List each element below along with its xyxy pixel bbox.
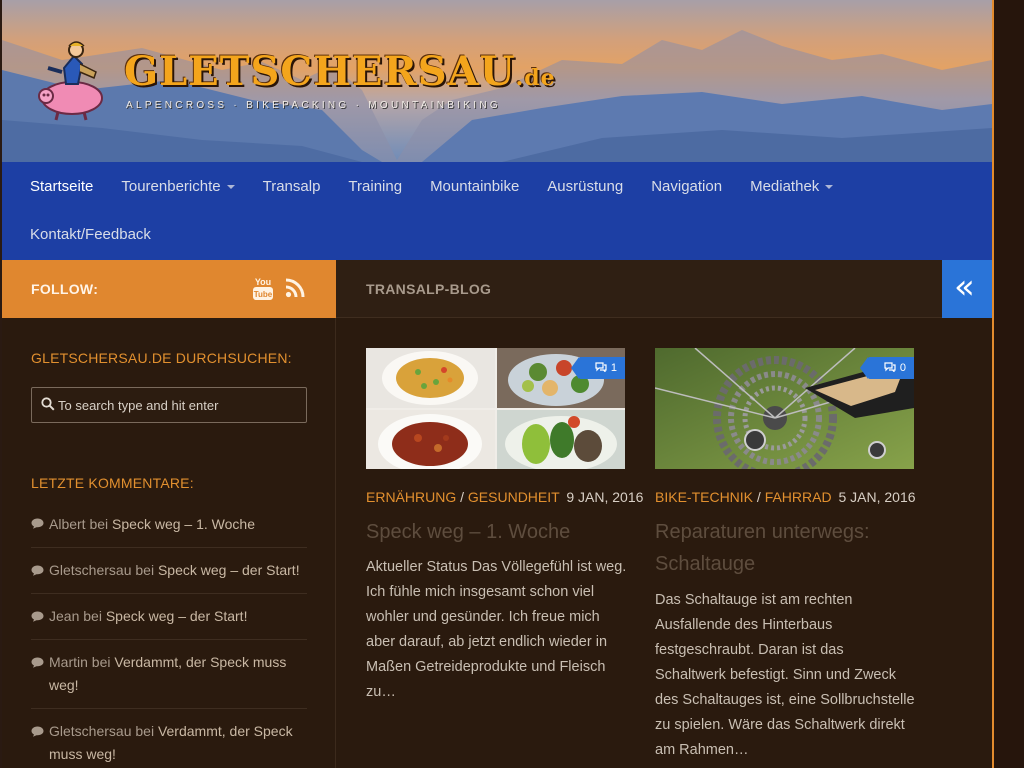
post-meta: ERNÄHRUNG / GESUNDHEIT 9 JAN, 2016	[366, 489, 643, 505]
post-meta: BIKE-TECHNIK / FAHRRAD 5 JAN, 2016	[655, 489, 916, 505]
blog-heading-bar: TRANSALP-BLOG	[336, 260, 942, 318]
nav-item-label: Mediathek	[750, 177, 820, 195]
comment-author[interactable]: Jean	[49, 608, 79, 624]
comment-connector: bei	[135, 723, 155, 739]
comment-author[interactable]: Martin	[49, 654, 88, 670]
chevron-down-icon	[825, 185, 834, 189]
nav-item-mediathek[interactable]: Mediathek	[750, 177, 834, 195]
comment-author[interactable]: Gletschersau	[49, 562, 131, 578]
nav-item-label: Training	[348, 177, 403, 195]
window-edge	[992, 0, 1024, 768]
nav-item-mountainbike[interactable]: Mountainbike	[430, 178, 519, 195]
post-date: 9 JAN, 2016	[566, 489, 644, 505]
post-title[interactable]: Speck weg – 1. Woche	[366, 516, 626, 548]
comments-widget-title: LETZTE KOMMENTARE:	[31, 475, 194, 491]
rss-icon[interactable]	[285, 278, 305, 298]
bike-pig-mascot-icon	[38, 41, 103, 121]
search-box[interactable]	[31, 387, 307, 423]
comment-author[interactable]: Albert	[49, 516, 86, 532]
comment-bubble-icon	[31, 657, 44, 668]
comments-icon	[595, 362, 607, 372]
nav-item-label: Startseite	[30, 177, 94, 195]
post-thumbnail[interactable]: 0	[655, 348, 914, 469]
page: GLETSCHERSAU.de ALPENCROSS · BIKEPACKING…	[2, 0, 992, 768]
nav-item-startseite[interactable]: Startseite	[30, 178, 93, 195]
post-category-link[interactable]: BIKE-TECHNIK	[655, 489, 753, 505]
nav-item-transalp[interactable]: Transalp	[263, 178, 321, 195]
post-thumbnail[interactable]: 1	[366, 348, 625, 469]
youtube-icon[interactable]: You Tube	[252, 276, 274, 302]
double-chevron-left-icon: «	[954, 267, 975, 307]
site-title[interactable]: GLETSCHERSAU.de	[124, 48, 556, 95]
comment-bubble-icon	[31, 565, 44, 576]
chevron-down-icon	[226, 185, 235, 189]
nav-row-2: Kontakt/Feedback	[2, 210, 992, 258]
svg-text:Tube: Tube	[254, 290, 273, 299]
site-title-text: GLETSCHERSAU	[124, 48, 516, 95]
sidebar: GLETSCHERSAU.DE DURCHSUCHEN: LETZTE KOMM…	[2, 318, 336, 768]
nav-item-ausruestung[interactable]: Ausrüstung	[547, 178, 623, 195]
site-tagline: ALPENCROSS · BIKEPACKING · MOUNTAINBIKIN…	[126, 100, 501, 111]
nav-item-kontakt[interactable]: Kontakt/Feedback	[30, 226, 151, 243]
nav-item-tourenberichte[interactable]: Tourenberichte	[121, 177, 235, 195]
comment-connector: bei	[89, 516, 109, 532]
search-icon	[41, 397, 55, 411]
nav-item-label: Kontakt/Feedback	[30, 225, 151, 243]
search-input[interactable]	[58, 388, 303, 422]
post-card: 1 ERNÄHRUNG / GESUNDHEIT 9 JAN, 2016 Spe…	[366, 348, 643, 700]
comment-count: 0	[899, 362, 906, 374]
nav-row-1: Startseite Tourenberichte Transalp Train…	[2, 162, 992, 210]
search-widget-title: GLETSCHERSAU.DE DURCHSUCHEN:	[31, 350, 292, 366]
nav-item-label: Ausrüstung	[547, 177, 624, 195]
comment-connector: bei	[91, 654, 111, 670]
list-item: Gletschersau bei Speck weg – der Start!	[31, 548, 307, 594]
list-item: Gletschersau bei Verdammt, der Speck mus…	[31, 709, 307, 768]
comment-bubble-icon	[31, 726, 44, 737]
nav-item-label: Mountainbike	[430, 177, 520, 195]
list-item: Jean bei Speck weg – der Start!	[31, 594, 307, 640]
post-title[interactable]: Reparaturen unterwegs: Schaltauge	[655, 516, 915, 580]
main-navigation: Startseite Tourenberichte Transalp Train…	[2, 162, 992, 260]
category-separator: /	[756, 489, 761, 505]
sidebar-collapse-button[interactable]: «	[942, 260, 992, 318]
comment-count: 1	[610, 362, 617, 374]
comment-post-link[interactable]: Speck weg – der Start!	[158, 562, 300, 578]
site-header: GLETSCHERSAU.de ALPENCROSS · BIKEPACKING…	[2, 0, 992, 162]
follow-bar: FOLLOW: You Tube	[2, 260, 336, 318]
nav-item-navigation[interactable]: Navigation	[651, 178, 722, 195]
category-separator: /	[460, 489, 465, 505]
comment-connector: bei	[135, 562, 155, 578]
comment-count-badge[interactable]: 0	[859, 357, 914, 379]
post-card: 0 BIKE-TECHNIK / FAHRRAD 5 JAN, 2016 Rep…	[655, 348, 916, 758]
comment-post-link[interactable]: Speck weg – der Start!	[106, 608, 248, 624]
svg-text:You: You	[255, 277, 271, 287]
blog-heading: TRANSALP-BLOG	[366, 281, 492, 297]
recent-comments-list: Albert bei Speck weg – 1. Woche Gletsche…	[31, 501, 307, 768]
comment-count-badge[interactable]: 1	[570, 357, 625, 379]
follow-label: FOLLOW:	[31, 281, 99, 297]
post-category-link[interactable]: GESUNDHEIT	[468, 489, 560, 505]
comment-bubble-icon	[31, 611, 44, 622]
post-date: 5 JAN, 2016	[838, 489, 916, 505]
site-title-tld: .de	[515, 65, 556, 91]
post-category-link[interactable]: ERNÄHRUNG	[366, 489, 456, 505]
nav-item-label: Tourenberichte	[121, 177, 221, 195]
post-category-link[interactable]: FAHRRAD	[765, 489, 832, 505]
comment-connector: bei	[83, 608, 102, 624]
nav-item-label: Navigation	[651, 177, 723, 195]
post-excerpt: Das Schaltauge ist am rechten Ausfallend…	[655, 592, 915, 758]
list-item: Albert bei Speck weg – 1. Woche	[31, 501, 307, 548]
list-item: Martin bei Verdammt, der Speck muss weg!	[31, 640, 307, 709]
post-excerpt: Aktueller Status Das Völlegefühl ist weg…	[366, 559, 627, 700]
comment-post-link[interactable]: Speck weg – 1. Woche	[112, 516, 255, 532]
nav-item-training[interactable]: Training	[348, 178, 402, 195]
comment-author[interactable]: Gletschersau	[49, 723, 131, 739]
comments-icon	[884, 362, 896, 372]
comment-bubble-icon	[31, 518, 44, 529]
nav-item-label: Transalp	[262, 177, 321, 195]
